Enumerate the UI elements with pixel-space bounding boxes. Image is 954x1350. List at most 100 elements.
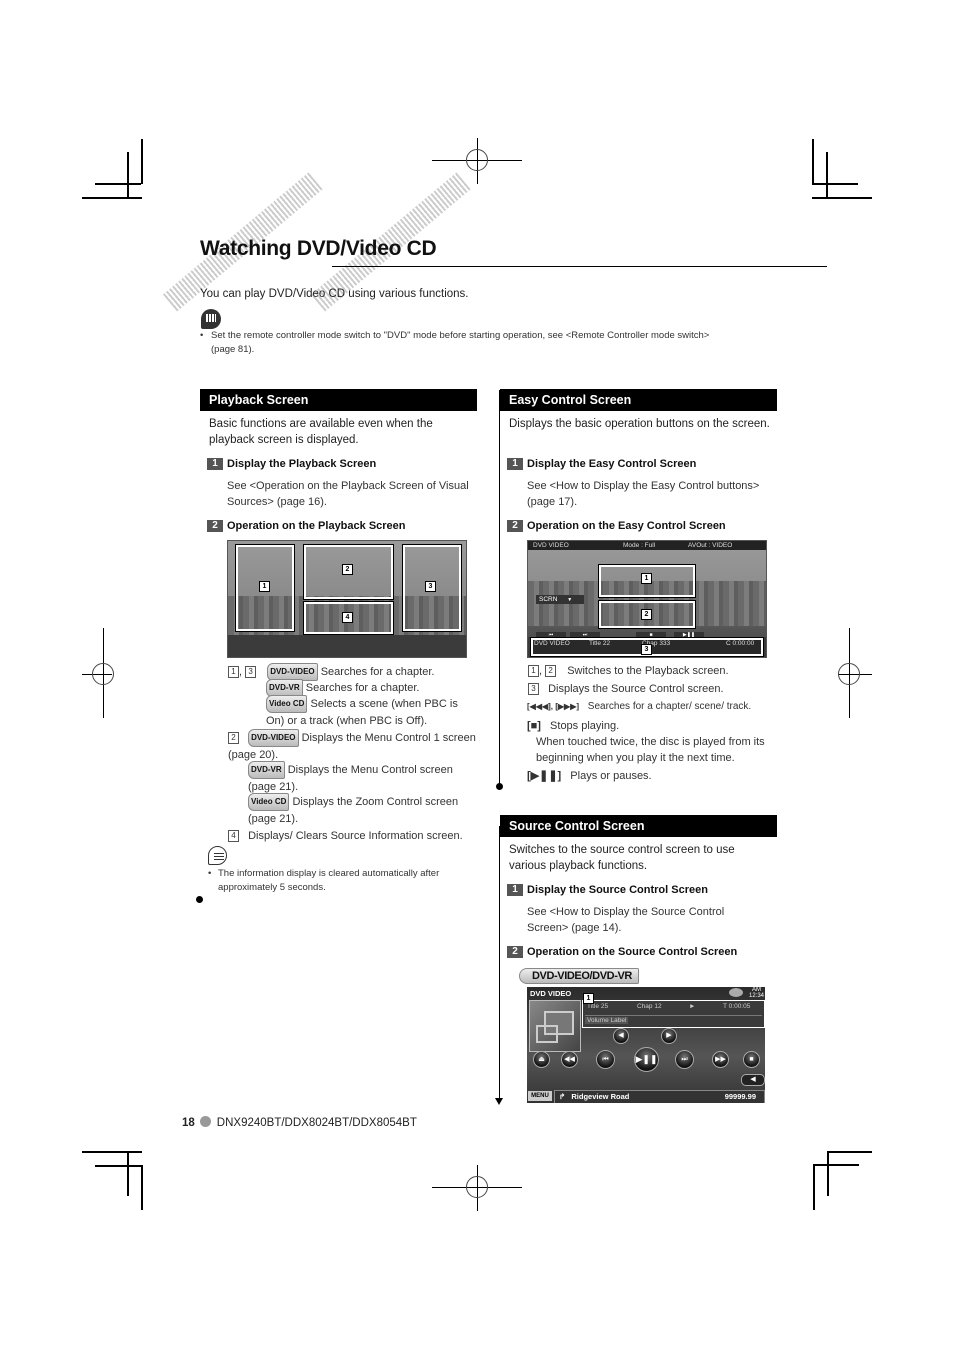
item-text: Searches for a chapter. bbox=[320, 666, 435, 678]
road bbox=[228, 635, 466, 657]
playback-note-text: The information display is cleared autom… bbox=[218, 868, 440, 893]
crop-mark bbox=[827, 1151, 829, 1196]
source-control-screen-illustration: DVD VIDEO AM 12:34 Title 25 Chap 12 ► T … bbox=[527, 987, 765, 1103]
fast-forward-button[interactable]: ▶▶ bbox=[712, 1051, 729, 1068]
playback-step-2: 2 Operation on the Playback Screen bbox=[207, 520, 406, 532]
source-description: Switches to the source control screen to… bbox=[509, 844, 735, 872]
info-panel[interactable]: Title 25 Chap 12 ► T 0:00:05 Volume Labe… bbox=[582, 1000, 765, 1028]
disc-icon-video-cd: Video CD bbox=[266, 695, 308, 713]
info-line-1: Title 25 Chap 12 ► T 0:00:05 bbox=[583, 1002, 764, 1012]
item-text: Switches to the Playback screen. bbox=[567, 665, 729, 677]
crop-mark bbox=[812, 197, 872, 199]
note-text-page: (page 81). bbox=[211, 344, 255, 355]
info-play-state: ► bbox=[689, 1003, 696, 1010]
info-time: T 0:00:05 bbox=[723, 1003, 751, 1010]
playback-description: Basic functions are available even when … bbox=[209, 418, 433, 446]
item-text: Searches for a chapter/ scene/ track. bbox=[587, 701, 752, 712]
next-chapter-button[interactable]: ⏭ bbox=[675, 1050, 694, 1069]
crop-mark bbox=[127, 152, 129, 197]
step-number: 2 bbox=[507, 520, 523, 532]
small-prev-button[interactable]: ◀ bbox=[613, 1028, 629, 1044]
menu-button[interactable]: MENU bbox=[528, 1091, 552, 1101]
registration-mark bbox=[466, 1176, 488, 1198]
source-name: DVD VIDEO bbox=[530, 989, 572, 998]
volume-label: Volume Label bbox=[585, 1017, 629, 1024]
flow-dot bbox=[496, 783, 503, 790]
key-ref: 1 bbox=[228, 666, 239, 678]
easy-item: 1, 2 Switches to the Playback screen. bbox=[528, 663, 778, 679]
easy-item: [▶❚❚] Plays or pauses. bbox=[527, 768, 777, 784]
playback-step-1-text: See <Operation on the Playback Screen of… bbox=[227, 480, 469, 508]
key-ref: 2 bbox=[228, 732, 239, 744]
area-badge: 3 bbox=[425, 581, 436, 592]
navigation-bar[interactable]: ↱ Ridgeview Road 99999.99 bbox=[554, 1090, 765, 1103]
flow-line bbox=[499, 390, 500, 784]
info-source: DVD VIDEO bbox=[534, 640, 570, 647]
crop-mark bbox=[95, 183, 141, 185]
easy-step-1-text: See <How to Display the Easy Control but… bbox=[527, 480, 760, 508]
scrn-button[interactable]: SCRN ▼ bbox=[536, 595, 584, 604]
registration-mark bbox=[466, 149, 488, 171]
prev-chapter-button[interactable]: ⏮ bbox=[596, 1050, 615, 1069]
crop-mark bbox=[95, 1165, 141, 1167]
playback-item: Video CD Displays the Zoom Control scree… bbox=[248, 793, 478, 827]
note-icon bbox=[201, 309, 221, 329]
flow-dot bbox=[196, 896, 203, 903]
easy-step-2: 2 Operation on the Easy Control Screen bbox=[507, 520, 726, 532]
area-badge: 4 bbox=[342, 612, 353, 623]
status-source: DVD VIDEO bbox=[533, 542, 569, 549]
step-title: Display the Easy Control Screen bbox=[527, 458, 697, 470]
crop-mark bbox=[827, 1151, 872, 1153]
rewind-button[interactable]: ◀◀ bbox=[561, 1051, 578, 1068]
easy-item: [■] Stops playing. bbox=[527, 718, 777, 734]
crop-mark bbox=[813, 1164, 815, 1210]
step-title: Operation on the Playback Screen bbox=[227, 520, 406, 532]
page-title: Watching DVD/Video CD bbox=[200, 237, 437, 260]
step-number: 2 bbox=[507, 946, 523, 958]
info-time: C 0:00:00 bbox=[726, 640, 755, 647]
back-button[interactable]: ◀ bbox=[741, 1074, 765, 1086]
note-icon bbox=[208, 846, 227, 865]
globe-icon[interactable] bbox=[729, 988, 743, 997]
crop-mark bbox=[82, 1151, 142, 1153]
playback-item: 4 Displays/ Clears Source Information sc… bbox=[228, 828, 478, 844]
stop-button[interactable]: ■ bbox=[743, 1051, 760, 1068]
step-number: 2 bbox=[207, 520, 223, 532]
eject-button[interactable]: ⏏ bbox=[533, 1051, 550, 1068]
page-footer: 18 DNX9240BT/DDX8024BT/DDX8054BT bbox=[182, 1116, 417, 1129]
step-number: 1 bbox=[507, 884, 523, 896]
small-next-button[interactable]: ▶ bbox=[661, 1028, 677, 1044]
area-badge: 1 bbox=[583, 993, 594, 1004]
crop-mark bbox=[826, 152, 828, 197]
step-number: 1 bbox=[207, 458, 223, 470]
section-header-source-control: Source Control Screen bbox=[500, 815, 777, 837]
artwork-frame bbox=[536, 1025, 558, 1043]
source-step-1-text: See <How to Display the Source Control S… bbox=[527, 906, 725, 934]
key-ref: 3 bbox=[528, 683, 539, 695]
flow-arrow-icon bbox=[495, 1098, 503, 1105]
crop-mark bbox=[82, 197, 142, 199]
crop-mark bbox=[127, 1151, 129, 1196]
key-ref: 2 bbox=[545, 665, 557, 677]
crop-mark bbox=[141, 1165, 143, 1210]
easy-control-screen-illustration: DVD VIDEO Mode : Full AVOut : VIDEO SCRN… bbox=[527, 540, 767, 658]
page-number: 18 bbox=[182, 1117, 195, 1129]
disc-icon-dvd-video: DVD-VIDEO bbox=[248, 729, 299, 747]
registration-mark bbox=[838, 663, 860, 685]
playback-item: DVD-VR Displays the Menu Control screen … bbox=[248, 761, 478, 795]
intro-text: You can play DVD/Video CD using various … bbox=[200, 288, 469, 300]
disc-label-dvd-video-vr: DVD-VIDEO/DVD-VR bbox=[519, 968, 639, 984]
easy-item: [◀◀◀], [▶▶▶] Searches for a chapter/ sce… bbox=[527, 699, 781, 715]
item-text: Displays the Source Control screen. bbox=[548, 683, 724, 695]
play-pause-button[interactable]: ▶❚❚ bbox=[634, 1047, 659, 1072]
playback-item: Video CD Selects a scene (when PBC is On… bbox=[266, 695, 478, 729]
item-keys: [◀◀◀], [▶▶▶] bbox=[527, 702, 580, 711]
step-number: 1 bbox=[507, 458, 523, 470]
playback-item: 2 DVD-VIDEO Displays the Menu Control 1 … bbox=[228, 729, 478, 763]
crop-mark bbox=[141, 139, 143, 184]
footer-dot-icon bbox=[199, 1116, 211, 1127]
item-text: Stops playing. bbox=[550, 720, 620, 732]
area-badge: 2 bbox=[342, 564, 353, 575]
source-step-1: 1 Display the Source Control Screen bbox=[507, 884, 708, 896]
area-badge: 2 bbox=[641, 609, 652, 620]
